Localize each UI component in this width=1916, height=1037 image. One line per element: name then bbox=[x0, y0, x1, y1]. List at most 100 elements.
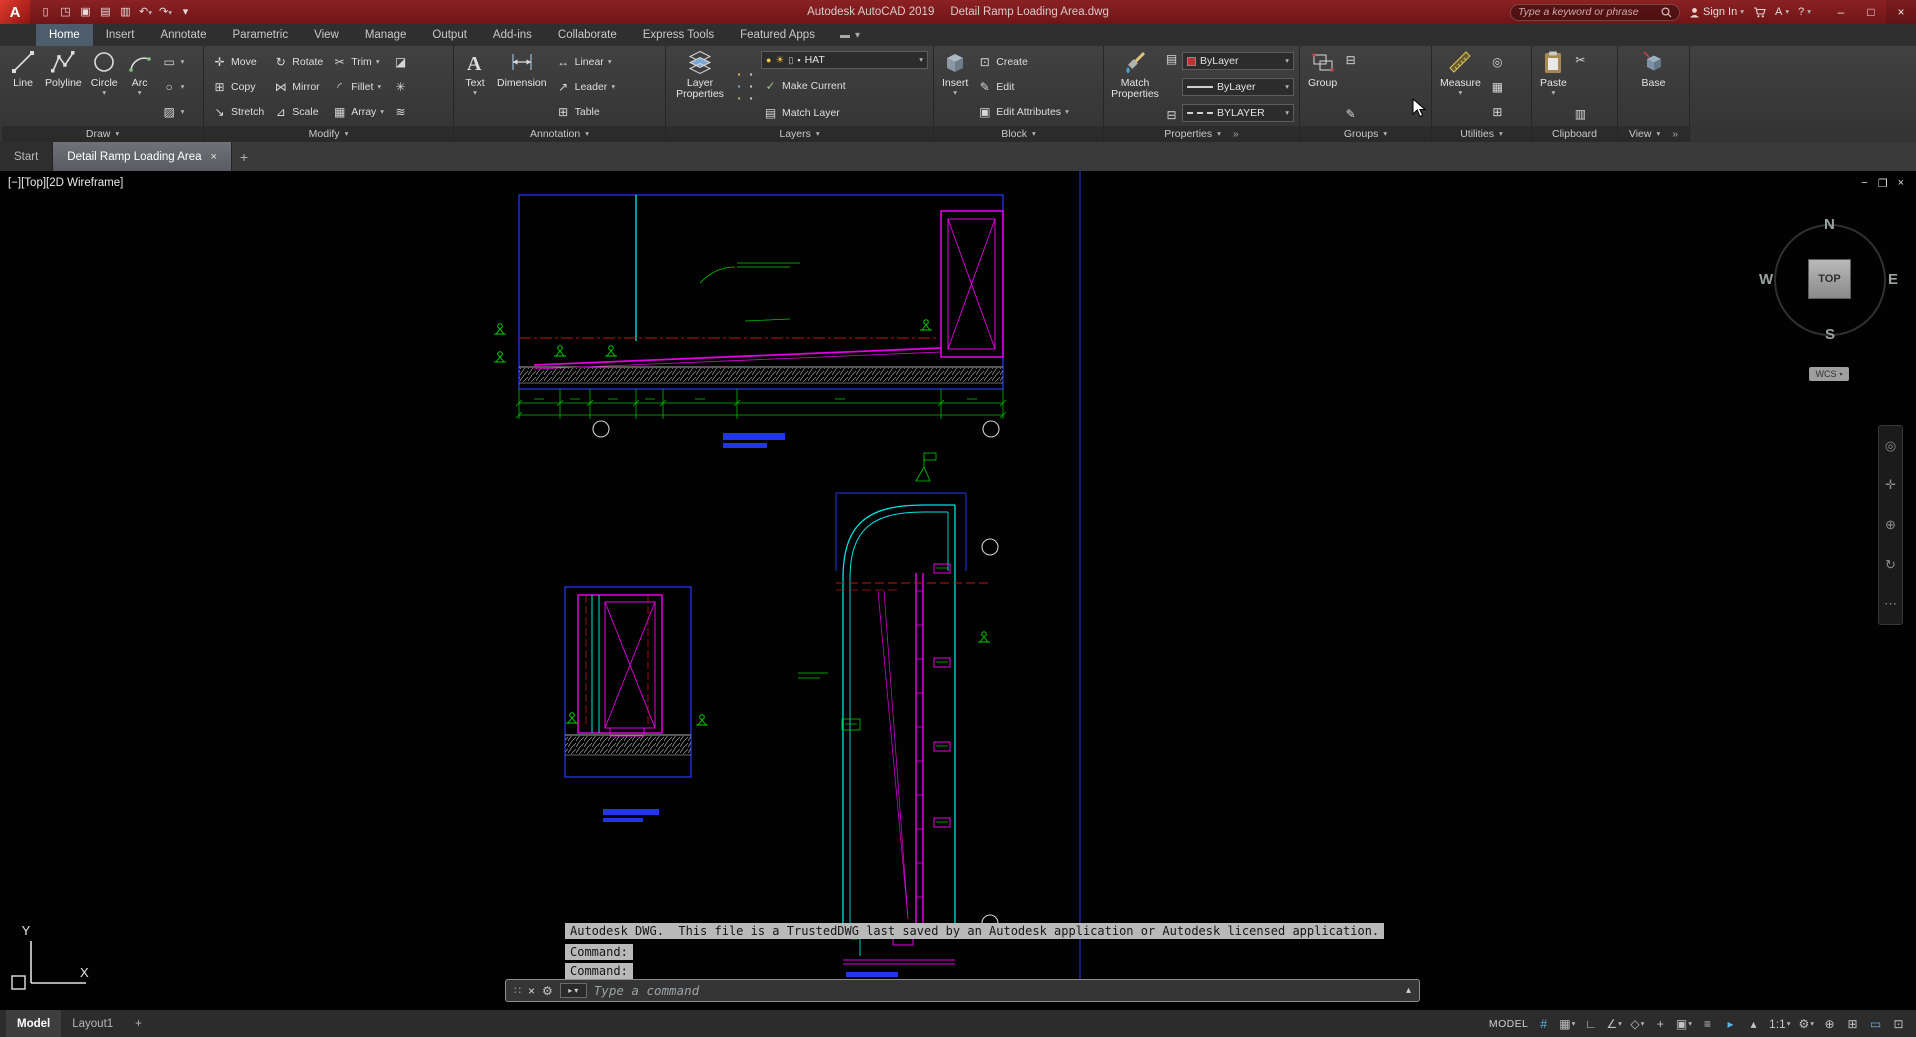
group-button[interactable]: Group bbox=[1305, 48, 1340, 126]
leader-button[interactable]: ↗ Leader ▾ bbox=[554, 77, 617, 97]
chevron-down-icon[interactable]: ▾ bbox=[1285, 57, 1289, 65]
panel-footer-draw[interactable]: Draw ▾ bbox=[2, 126, 203, 142]
ribbon-tab-annotate[interactable]: Annotate bbox=[147, 24, 219, 46]
ortho-icon[interactable]: ∟ bbox=[1583, 1017, 1598, 1031]
qat-dropdown-icon[interactable]: ▾ bbox=[177, 3, 194, 21]
panel-footer-modify[interactable]: Modify ▾ bbox=[204, 126, 453, 142]
chevron-down-icon[interactable]: ▾ bbox=[138, 89, 142, 97]
app-store-cart-icon[interactable] bbox=[1753, 6, 1766, 18]
viewcube-top-face[interactable]: TOP bbox=[1808, 259, 1851, 299]
ribbon-tab-view[interactable]: View bbox=[301, 24, 352, 46]
new-icon[interactable]: ▯ bbox=[37, 3, 54, 21]
ribbon-tab-express-tools[interactable]: Express Tools bbox=[630, 24, 727, 46]
help-search-box[interactable] bbox=[1509, 3, 1680, 21]
sun-icon[interactable]: ☀ bbox=[775, 55, 784, 66]
layer-freeze-icon[interactable]: ▪ bbox=[734, 82, 744, 92]
command-history-expand-icon[interactable]: ▴ bbox=[1406, 985, 1411, 996]
open-icon[interactable]: ◳ bbox=[57, 3, 74, 21]
match-properties-button[interactable]: Match Properties bbox=[1109, 48, 1161, 126]
grid-icon[interactable]: # bbox=[1536, 1017, 1551, 1031]
properties-settings-icon[interactable]: ⊟ bbox=[1164, 108, 1179, 122]
text-button[interactable]: A Text ▾ bbox=[459, 48, 491, 126]
viewcube-north[interactable]: N bbox=[1824, 216, 1835, 233]
quick-calc-button[interactable]: ⊞ bbox=[1488, 102, 1507, 122]
ribbon-tab-collaborate[interactable]: Collaborate bbox=[545, 24, 630, 46]
edit-attributes-button[interactable]: ▣ Edit Attributes ▾ bbox=[975, 102, 1071, 122]
pan-icon[interactable]: ✛ bbox=[1885, 477, 1896, 493]
new-layout-button[interactable]: + bbox=[124, 1010, 153, 1037]
drag-grip-icon[interactable]: ∷ bbox=[514, 984, 521, 997]
ribbon-tab-addins[interactable]: Add-ins bbox=[480, 24, 545, 46]
ribbon-tab-output[interactable]: Output bbox=[419, 24, 480, 46]
annotation-monitor-icon[interactable]: ⊕ bbox=[1822, 1017, 1837, 1031]
annotation-visibility-icon[interactable]: ▴ bbox=[1746, 1017, 1761, 1031]
layer-isolate-icon[interactable]: ▪ bbox=[746, 70, 756, 80]
viewport-minimize-icon[interactable]: − bbox=[1861, 177, 1867, 190]
object-color-dropdown[interactable]: ByLayer ▾ bbox=[1182, 52, 1294, 70]
plot-icon[interactable]: ▥ bbox=[117, 3, 134, 21]
panel-footer-groups[interactable]: Groups ▾ bbox=[1300, 126, 1431, 142]
bulb-icon[interactable]: ● bbox=[766, 55, 771, 65]
object-snap-icon[interactable]: ▣ ▾ bbox=[1676, 1017, 1692, 1031]
panel-expand-icon[interactable]: » bbox=[1672, 128, 1678, 140]
command-line-bar[interactable]: ∷ × ⚙ ▸▾ ▴ bbox=[505, 979, 1420, 1002]
model-space-canvas[interactable]: Y X [−][Top][2D Wireframe] − ❐ × N W E S… bbox=[0, 171, 1916, 1010]
group-edit-icon[interactable]: ✎ bbox=[1343, 107, 1358, 121]
paste-button[interactable]: Paste ▾ bbox=[1537, 48, 1570, 126]
measure-button[interactable]: Measure ▾ bbox=[1437, 48, 1484, 126]
scale-button[interactable]: ⊿ Scale bbox=[271, 102, 325, 122]
ribbon-tab-manage[interactable]: Manage bbox=[352, 24, 420, 46]
save-icon[interactable]: ▣ bbox=[77, 3, 94, 21]
maximize-button[interactable]: □ bbox=[1856, 0, 1886, 24]
polar-tracking-icon[interactable]: ∠ ▾ bbox=[1606, 1017, 1622, 1031]
ungroup-icon[interactable]: ⊟ bbox=[1343, 53, 1358, 67]
drawing-geometry[interactable]: Y X bbox=[0, 171, 1916, 1010]
linear-dimension-button[interactable]: ↔ Linear ▾ bbox=[554, 52, 617, 72]
viewport-controls-label[interactable]: [−][Top][2D Wireframe] bbox=[8, 177, 123, 189]
explode-button[interactable]: ✳ bbox=[391, 77, 410, 97]
chevron-down-icon[interactable]: ▾ bbox=[102, 89, 106, 97]
full-navigation-wheel-icon[interactable]: ◎ bbox=[1885, 438, 1896, 454]
layer-properties-button[interactable]: Layer Properties bbox=[671, 48, 729, 126]
close-button[interactable]: × bbox=[1886, 0, 1916, 24]
properties-list-icon[interactable]: ▤ bbox=[1164, 52, 1179, 66]
workspace-switch-icon[interactable]: ⚙ ▾ bbox=[1798, 1017, 1814, 1031]
autodesk-account-icon[interactable]: A ▾ bbox=[1775, 6, 1789, 18]
chevron-down-icon[interactable]: ▾ bbox=[473, 89, 477, 97]
layer-lock-icon[interactable]: ▪ bbox=[746, 82, 756, 92]
layer-selector-dropdown[interactable]: ● ☀ ▯ ▪ HAT ▾ bbox=[761, 51, 928, 70]
recent-commands-button[interactable]: ▸ ▾ bbox=[559, 983, 587, 998]
save-as-icon[interactable]: ▤ bbox=[97, 3, 114, 21]
mirror-button[interactable]: ⋈ Mirror bbox=[271, 77, 325, 97]
layer-walk-icon[interactable]: ▪ bbox=[734, 94, 744, 104]
panel-footer-clipboard[interactable]: Clipboard bbox=[1532, 126, 1617, 142]
panel-expand-icon[interactable]: » bbox=[1233, 128, 1239, 140]
file-tab-active-drawing[interactable]: Detail Ramp Loading Area × bbox=[53, 142, 232, 171]
command-input[interactable] bbox=[593, 983, 1399, 998]
lineweight-display-icon[interactable]: ≡ bbox=[1700, 1017, 1715, 1031]
rectangle-tool-button[interactable]: ▭ ▾ bbox=[160, 52, 187, 72]
layer-off-icon[interactable]: ▪ bbox=[734, 70, 744, 80]
clean-screen-icon[interactable]: ⊡ bbox=[1891, 1017, 1906, 1031]
offset-button[interactable]: ≋ bbox=[391, 102, 410, 122]
chevron-down-icon[interactable]: ▾ bbox=[1285, 83, 1289, 91]
chevron-down-icon[interactable]: ▾ bbox=[919, 56, 923, 64]
copy-clip-icon[interactable]: ▥ bbox=[1573, 107, 1588, 121]
edit-block-button[interactable]: ✎ Edit bbox=[975, 77, 1071, 97]
undo-icon[interactable]: ↶▾ bbox=[137, 3, 154, 21]
viewcube-east[interactable]: E bbox=[1888, 271, 1898, 288]
viewport-close-icon[interactable]: × bbox=[1898, 177, 1904, 190]
chevron-down-icon[interactable]: ▾ bbox=[1552, 89, 1556, 97]
lock-icon[interactable]: ▯ bbox=[788, 55, 793, 66]
graphics-performance-icon[interactable]: ▭ bbox=[1868, 1017, 1883, 1031]
ribbon-display-options[interactable]: ▬ ▾ bbox=[840, 24, 860, 46]
redo-icon[interactable]: ↷▾ bbox=[157, 3, 174, 21]
move-button[interactable]: ✛ Move bbox=[210, 52, 266, 72]
erase-button[interactable]: ◪ bbox=[391, 52, 410, 72]
file-tab-start[interactable]: Start bbox=[0, 142, 54, 171]
rotate-button[interactable]: ↻ Rotate bbox=[271, 52, 325, 72]
chevron-down-icon[interactable]: ▾ bbox=[1285, 109, 1289, 117]
base-button[interactable]: Base bbox=[1638, 48, 1670, 126]
quick-properties-icon[interactable]: ⊞ bbox=[1845, 1017, 1860, 1031]
layer-merge-icon[interactable]: ▪ bbox=[746, 94, 756, 104]
